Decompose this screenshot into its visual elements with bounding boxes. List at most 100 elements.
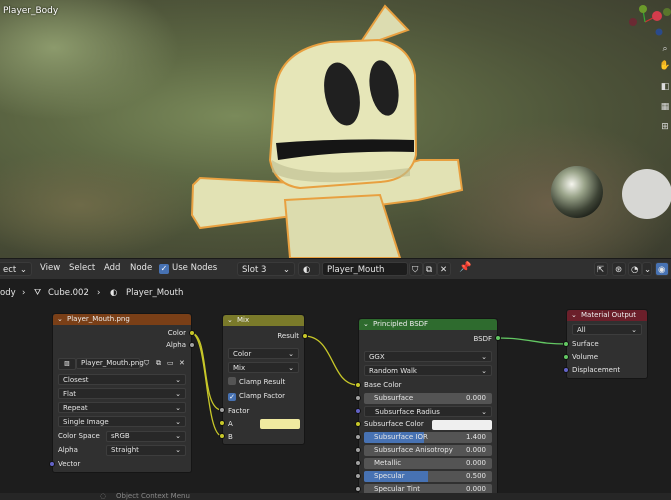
node-header[interactable]: ⌄ Material Output (567, 310, 647, 321)
metallic-value: 0.000 (465, 459, 486, 467)
fake-user-button[interactable]: ⛉ (409, 262, 423, 276)
subsurface-anisotropy-field[interactable]: Subsurface Anisotropy 0.000 (364, 445, 492, 456)
chevron-down-icon: ⌄ (175, 432, 181, 440)
image-selector[interactable]: ▨ Player_Mouth.png ⛉ ⧉ ▭ ✕ (58, 358, 186, 370)
mode-select[interactable]: ect ⌄ (0, 262, 32, 276)
color-space-select[interactable]: sRGB ⌄ (106, 431, 186, 442)
menu-add[interactable]: Add (104, 263, 120, 273)
clamp-result-toggle[interactable]: Clamp Result (228, 377, 299, 388)
image-texture-node[interactable]: ⌄ Player_Mouth.png Color Alpha ▨ Player_… (52, 313, 192, 473)
output-result-socket[interactable] (302, 333, 308, 339)
grid-icon[interactable]: ▦ (658, 100, 671, 114)
close-icon[interactable]: ✕ (179, 358, 185, 369)
player-character[interactable] (0, 0, 671, 258)
material-output-node[interactable]: ⌄ Material Output All ⌄ Surface Volume Di… (566, 309, 648, 379)
status-hint: Object Context Menu (116, 492, 190, 500)
chevron-down-icon: ⌄ (288, 350, 294, 358)
principled-bsdf-node[interactable]: ⌄ Principled BSDF BSDF GGX ⌄ Random Walk ⌄… (358, 318, 498, 500)
input-surface-socket[interactable] (563, 341, 569, 347)
duplicate-icon[interactable]: ⧉ (156, 358, 161, 369)
input-specular-socket[interactable] (355, 473, 361, 479)
subsurface-color-swatch[interactable] (432, 420, 492, 430)
metallic-field[interactable]: Metallic 0.000 (364, 458, 492, 469)
distribution-select[interactable]: GGX ⌄ (364, 351, 492, 362)
ortho-icon[interactable]: ⊞ (658, 120, 671, 134)
mode-label: ect (3, 265, 17, 275)
fake-user-icon[interactable]: ⛉ (144, 358, 149, 369)
unlink-material-button[interactable]: ✕ (437, 262, 451, 276)
input-volume-socket[interactable] (563, 354, 569, 360)
subsurface-radius-select[interactable]: Subsurface Radius ⌄ (364, 406, 492, 417)
snap-button[interactable]: ⊛ (612, 262, 626, 276)
input-b-socket[interactable] (219, 433, 225, 439)
input-metallic-socket[interactable] (355, 460, 361, 466)
interpolation-select[interactable]: Closest ⌄ (58, 374, 186, 385)
node-header[interactable]: ⌄ Principled BSDF (359, 319, 497, 330)
menu-select[interactable]: Select (69, 263, 95, 273)
subsurface-radius-label: Subsurface Radius (375, 408, 440, 416)
extension-select[interactable]: Repeat ⌄ (58, 402, 186, 413)
image-icon[interactable]: ▨ (58, 358, 76, 370)
camera-icon[interactable]: ◧ (658, 80, 671, 94)
output-color-socket[interactable] (189, 330, 195, 336)
source-select[interactable]: Single Image ⌄ (58, 416, 186, 427)
alpha-row: Alpha Straight ⌄ (58, 445, 186, 456)
input-subsurface-radius-socket[interactable] (355, 408, 361, 414)
color-space-row: Color Space sRGB ⌄ (58, 431, 186, 442)
subsurface-label: Subsurface (374, 394, 414, 402)
gizmo-button[interactable]: ◉ (655, 262, 669, 276)
material-name-field[interactable]: Player_Mouth (322, 262, 408, 276)
input-subsurface-color-socket[interactable] (355, 421, 361, 427)
hand-icon[interactable]: ✋ (658, 59, 671, 73)
input-subsurface-ior-socket[interactable] (355, 434, 361, 440)
overlay-button[interactable]: ◔ (628, 262, 642, 276)
folder-icon[interactable]: ▭ (167, 358, 174, 369)
chevron-down-icon[interactable]: ⌄ (571, 310, 577, 321)
input-factor-socket[interactable] (219, 407, 225, 413)
node-header[interactable]: ⌄ Mix (223, 315, 304, 326)
chevron-down-icon[interactable]: ⌄ (227, 315, 233, 326)
menu-view[interactable]: View (40, 263, 60, 273)
chevron-down-icon[interactable]: ⌄ (57, 314, 63, 325)
subsurface-field[interactable]: Subsurface 0.000 (364, 393, 492, 404)
material-browse-button[interactable]: ◐ (298, 262, 320, 276)
subsurface-ior-field[interactable]: Subsurface IOR 1.400 (364, 432, 492, 443)
navigation-gizmo[interactable] (621, 2, 671, 42)
overlay-dropdown[interactable]: ⌄ (642, 262, 652, 276)
node-header[interactable]: ⌄ Player_Mouth.png (53, 314, 191, 325)
image-name-field[interactable]: Player_Mouth.png (76, 358, 144, 369)
pin-icon[interactable]: 📌 (459, 262, 471, 273)
chevron-down-icon: ⌄ (288, 364, 294, 372)
target-select[interactable]: All ⌄ (572, 324, 642, 335)
zoom-icon[interactable]: ⌕ (658, 42, 671, 56)
input-base-color-socket[interactable] (355, 382, 361, 388)
3d-viewport[interactable]: Player_Body ⌕ ✋ ◧ ▦ ⊞ (0, 0, 671, 258)
input-subsurface-socket[interactable] (355, 395, 361, 401)
a-color-swatch[interactable] (260, 419, 300, 429)
output-bsdf-socket[interactable] (495, 335, 501, 341)
input-vector-socket[interactable] (49, 461, 55, 467)
clamp-factor-toggle[interactable]: ✓ Clamp Factor (228, 391, 299, 402)
blend-mode-select[interactable]: Mix ⌄ (228, 362, 299, 373)
new-material-button[interactable]: ⧉ (423, 262, 437, 276)
input-a-socket[interactable] (219, 420, 225, 426)
subsurface-ior-value: 1.400 (465, 433, 486, 441)
output-result-label: Result (277, 332, 299, 340)
data-type-select[interactable]: Color ⌄ (228, 348, 299, 359)
projection-select[interactable]: Flat ⌄ (58, 388, 186, 399)
alpha-select[interactable]: Straight ⌄ (106, 445, 186, 456)
subsurface-anisotropy-label: Subsurface Anisotropy (374, 446, 453, 454)
chevron-down-icon[interactable]: ⌄ (363, 319, 369, 330)
menu-node[interactable]: Node (130, 263, 152, 273)
mix-node[interactable]: ⌄ Mix Result Color ⌄ Mix ⌄ Clamp Result ✓ C… (222, 314, 305, 445)
input-displacement-socket[interactable] (563, 367, 569, 373)
input-specular-tint-socket[interactable] (355, 486, 361, 492)
input-subsurface-anisotropy-socket[interactable] (355, 447, 361, 453)
use-nodes-toggle[interactable]: ✓ Use Nodes (159, 263, 217, 274)
node-editor-canvas[interactable]: ody › ⛛ Cube.002 › ◐ Player_Mouth ⌄ Play… (0, 279, 671, 500)
specular-field[interactable]: Specular 0.500 (364, 471, 492, 482)
subsurface-method-select[interactable]: Random Walk ⌄ (364, 365, 492, 376)
output-alpha-socket[interactable] (189, 342, 195, 348)
slot-select[interactable]: Slot 3 ⌄ (237, 262, 295, 276)
parent-node-tree-button[interactable]: ⇱ (594, 262, 608, 276)
